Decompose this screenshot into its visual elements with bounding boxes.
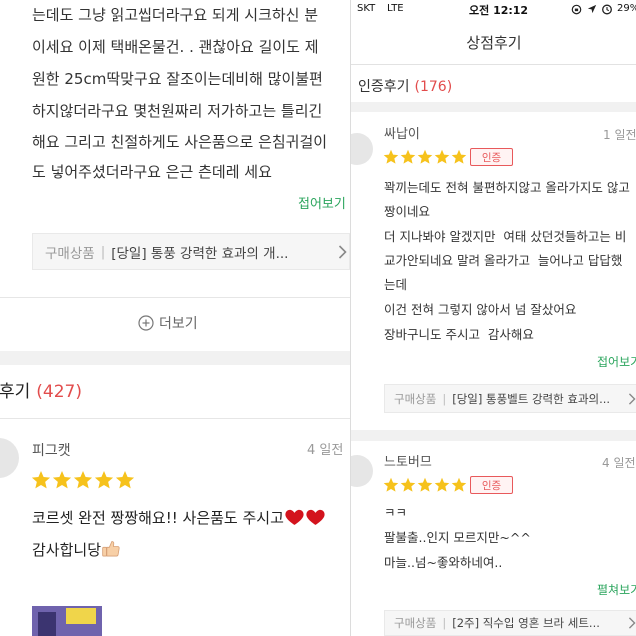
star-icon xyxy=(73,471,93,489)
star-rating xyxy=(31,470,135,490)
review-date: 1 일전 xyxy=(603,128,636,142)
chevron-right-icon xyxy=(628,392,636,405)
header-divider xyxy=(351,64,636,65)
heart-icon xyxy=(306,509,325,525)
network-type: LTE xyxy=(387,3,404,14)
collapse-review-link[interactable]: 접어보기 xyxy=(298,196,346,214)
star-icon xyxy=(417,477,433,492)
star-icon xyxy=(451,477,467,492)
section-title-text: 후기 xyxy=(0,382,31,402)
purchased-product-box[interactable]: 구매상품 | [당일] 통풍벨트 강력한 효과의... xyxy=(384,384,636,413)
section-title-text: 인증후기 xyxy=(358,79,410,95)
plus-circle-icon xyxy=(138,315,154,331)
status-bar: SKT LTE 오전 12:12 29% xyxy=(351,0,636,18)
review-text-line: 하지않더라구요 몇천원짜리 저가하고는 틀리긴 xyxy=(32,102,323,120)
avatar[interactable] xyxy=(351,133,373,165)
star-icon xyxy=(400,477,416,492)
photo-detail xyxy=(66,608,96,624)
review-text-line: 도 넣어주셨더라구요 은근 츤데레 세요 xyxy=(32,163,272,181)
review-text-line: 해요 그리고 친절하게도 사은품으로 은침귀걸이 xyxy=(32,133,328,151)
review-author: 느토버므 xyxy=(384,455,432,470)
photo-detail xyxy=(38,612,56,636)
expand-review-link[interactable]: 펼쳐보기 xyxy=(597,581,636,599)
star-icon xyxy=(451,149,467,164)
chevron-right-icon xyxy=(628,617,636,629)
star-icon xyxy=(417,149,433,164)
review-text-line: 더 지나봐야 알겠지만 여태 샀던것들하고는 비 xyxy=(384,229,627,244)
more-reviews-button[interactable]: 더보기 xyxy=(138,313,198,333)
star-icon xyxy=(31,471,51,489)
purchased-product-box[interactable]: 구매상품 | [당일] 통풍 강력한 효과의 개... xyxy=(32,233,350,270)
star-icon xyxy=(383,477,399,492)
verified-badge: 인증 xyxy=(470,476,513,494)
review-text-line: 감사합니당 xyxy=(32,538,350,560)
review-text-line: 마늘..넘~좋와하네여.. xyxy=(384,555,503,570)
review-text-line: 이세요 이제 택배온물건. . 괜찮아요 길이도 제 xyxy=(32,38,319,56)
review-text-line: 팔불출..인지 모르지만~^^ xyxy=(384,530,531,545)
section-separator-band xyxy=(0,351,350,365)
review-author: 싸납이 xyxy=(384,127,420,142)
review-text-line: 는데도 그냥 읽고씹더라구요 되게 시크하신 분 xyxy=(32,6,319,24)
alarm-icon xyxy=(602,4,612,15)
review-text: 감사합니당 xyxy=(32,540,102,559)
product-separator: | xyxy=(442,391,447,406)
star-rating xyxy=(383,477,467,493)
purchased-product-name: [당일] 통풍벨트 강력한 효과의... xyxy=(452,391,611,406)
review-date: 4 일전 xyxy=(307,443,344,458)
review-text-line: 이건 전혀 그렇지 않아서 넘 잘샀어요 xyxy=(384,302,577,317)
review-text-line: 장바구니도 주시고 감사해요 xyxy=(384,327,534,342)
divider xyxy=(0,418,350,419)
star-icon xyxy=(94,471,114,489)
review-text-line: 코르셋 완전 짱짱해요!! 사은품도 주시고 xyxy=(32,506,350,528)
review-date: 4 일전 xyxy=(602,456,636,470)
star-icon xyxy=(115,471,135,489)
thumbs-up-icon xyxy=(102,541,120,557)
page-title: 상점후기 xyxy=(466,34,522,52)
star-icon xyxy=(434,477,450,492)
right-review-panel: SKT LTE 오전 12:12 29% 상점후기 인증후기(176) 싸납이 … xyxy=(350,0,636,636)
review-text-line: 는데 xyxy=(384,277,408,292)
review-count: (427) xyxy=(36,382,82,402)
section-separator-band xyxy=(351,430,636,441)
collapse-review-link[interactable]: 접어보기 xyxy=(597,353,636,371)
clock: 오전 12:12 xyxy=(469,4,529,17)
section-separator-band xyxy=(351,102,636,112)
purchased-product-label: 구매상품 xyxy=(394,616,437,630)
more-label: 더보기 xyxy=(159,316,198,332)
purchased-product-label: 구매상품 xyxy=(394,391,437,406)
star-icon xyxy=(52,471,72,489)
purchased-product-name: [2주] 직수입 영혼 브라 세트... xyxy=(452,616,600,630)
chevron-right-icon xyxy=(338,244,347,259)
orientation-lock-icon xyxy=(571,4,582,15)
review-count: (176) xyxy=(414,79,453,95)
reviews-section-title: 후기 (427) xyxy=(0,381,82,403)
review-text-line: 원한 25cm딱맞구요 잘조이는데비해 많이불편 xyxy=(32,70,323,88)
purchased-product-name: [당일] 통풍 강력한 효과의 개... xyxy=(111,245,289,262)
product-separator: | xyxy=(442,616,447,630)
battery-percent: 29% xyxy=(617,3,636,14)
review-text-line: 교가안되네요 말려 올라가고 늘어나고 답답했 xyxy=(384,253,623,268)
review-text-line: ㅋㅋ xyxy=(384,505,408,520)
review-text: 코르셋 완전 짱짱해요!! 사은품도 주시고 xyxy=(32,508,284,527)
verified-badge: 인증 xyxy=(470,148,513,166)
star-icon xyxy=(434,149,450,164)
review-text-line: 꽉끼는데도 전혀 불편하지않고 올라가지도 않고 xyxy=(384,180,630,195)
heart-icon xyxy=(285,509,304,525)
location-icon xyxy=(587,4,597,14)
product-separator: | xyxy=(100,243,106,260)
review-author: 피그캣 xyxy=(32,443,71,459)
purchased-product-label: 구매상품 xyxy=(45,245,95,262)
star-rating xyxy=(383,149,467,165)
verified-reviews-title: 인증후기 (176) xyxy=(358,78,452,96)
review-text-line: 짱이네요 xyxy=(384,204,431,219)
avatar[interactable] xyxy=(351,455,373,487)
carrier-label: SKT xyxy=(357,3,376,14)
purchased-product-box[interactable]: 구매상품 | [2주] 직수입 영혼 브라 세트... xyxy=(384,610,636,636)
avatar[interactable] xyxy=(0,438,19,478)
divider xyxy=(0,297,350,298)
star-icon xyxy=(383,149,399,164)
left-review-panel: 는데도 그냥 읽고씹더라구요 되게 시크하신 분 이세요 이제 택배온물건. .… xyxy=(0,0,350,636)
star-icon xyxy=(400,149,416,164)
review-photo-thumbnail[interactable] xyxy=(32,606,102,636)
